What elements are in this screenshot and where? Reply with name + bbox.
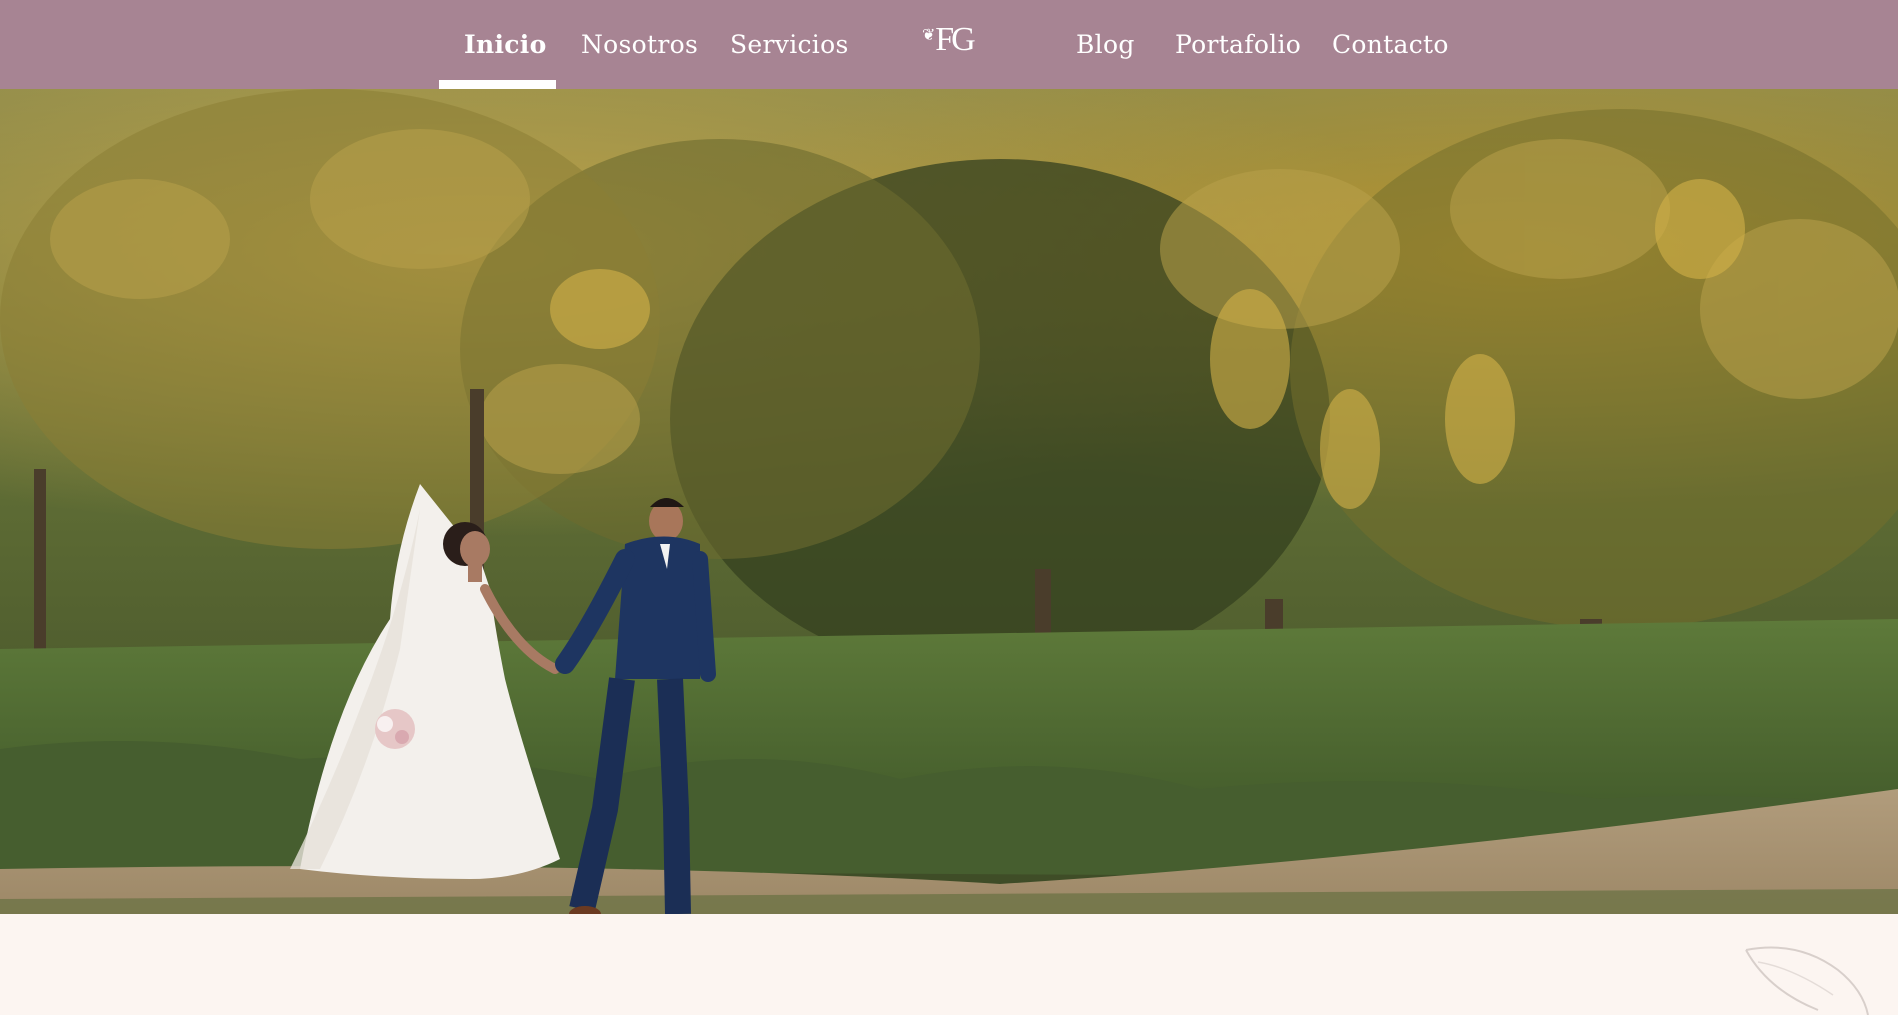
nav-link-inicio[interactable]: Inicio <box>464 0 547 89</box>
content-section <box>0 914 1898 1015</box>
hero-photo-illustration <box>0 89 1898 914</box>
site-logo[interactable]: ❦ FG <box>922 18 980 62</box>
nav-link-portafolio[interactable]: Portafolio <box>1175 0 1301 89</box>
leaf-outline-icon <box>1738 940 1878 1015</box>
top-navigation-bar: Inicio Nosotros Servicios ❦ FG Blog Port… <box>0 0 1898 89</box>
nav-link-blog[interactable]: Blog <box>1076 0 1135 89</box>
nav-link-servicios[interactable]: Servicios <box>730 0 849 89</box>
active-tab-indicator <box>439 80 556 89</box>
nav-link-nosotros[interactable]: Nosotros <box>581 0 698 89</box>
logo-monogram: FG <box>935 21 976 58</box>
logo-ornament-icon: ❦ <box>922 27 936 44</box>
nav-link-contacto[interactable]: Contacto <box>1332 0 1449 89</box>
hero-image <box>0 89 1898 914</box>
